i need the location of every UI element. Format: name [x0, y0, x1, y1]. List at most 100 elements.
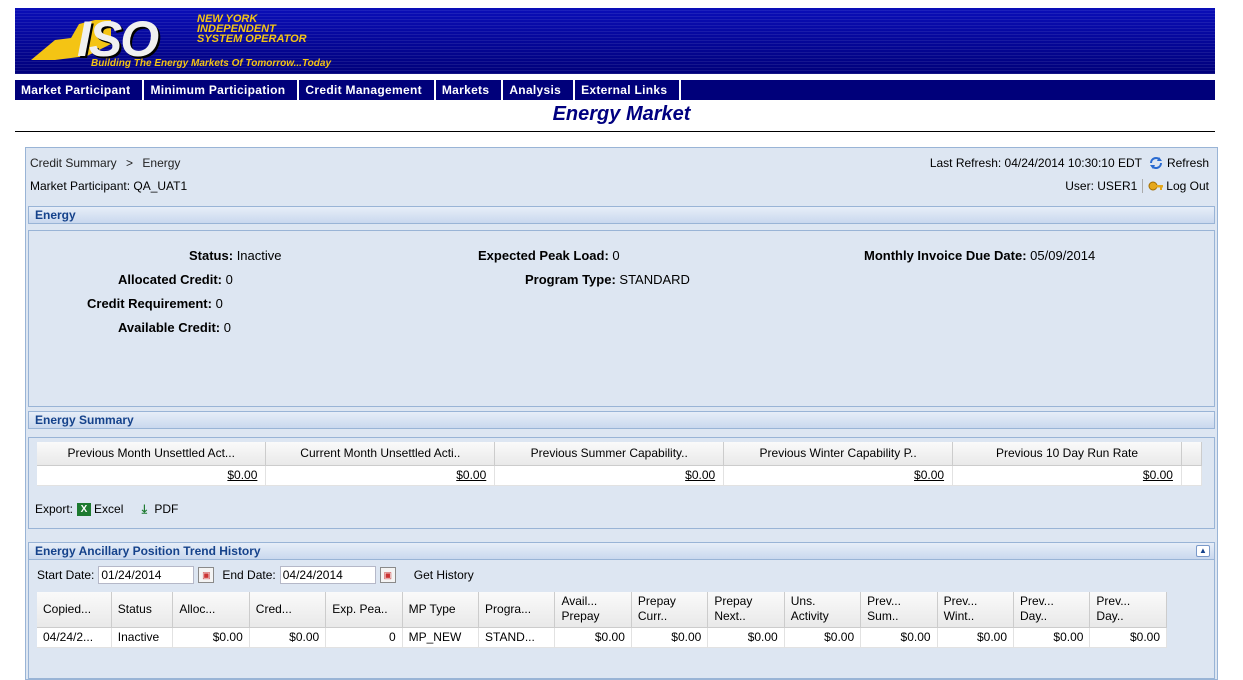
status-field: Status: Inactive — [189, 248, 282, 263]
summary-value-link[interactable]: $0.00 — [265, 465, 496, 486]
table-row[interactable]: 04/24/2... Inactive $0.00 $0.00 0 MP_NEW… — [37, 627, 1167, 648]
refresh-icon — [1149, 157, 1162, 169]
history-col-header[interactable]: Copied... — [37, 592, 112, 628]
history-cell: 0 — [325, 627, 403, 648]
table-row: $0.00 $0.00 $0.00 $0.00 $0.00 — [37, 465, 1203, 486]
history-col-header[interactable]: Prev... Day.. — [1013, 592, 1091, 628]
history-panel-title: Energy Ancillary Position Trend History — [35, 544, 261, 558]
main-frame: Credit Summary > Energy Market Participa… — [25, 147, 1218, 680]
history-col-header[interactable]: Cred... — [249, 592, 327, 628]
energy-summary-panel: Previous Month Unsettled Act... Current … — [28, 437, 1215, 529]
history-col-header[interactable]: Prepay Curr.. — [631, 592, 709, 628]
energy-summary-table: Previous Month Unsettled Act... Current … — [37, 442, 1203, 486]
nav-external-links[interactable]: External Links — [575, 80, 682, 100]
energy-panel-header: Energy — [28, 206, 1215, 224]
history-cell: Inactive — [111, 627, 174, 648]
get-history-button[interactable]: Get History — [414, 568, 474, 582]
energy-summary-header: Energy Summary — [28, 411, 1215, 429]
title-divider — [15, 131, 1215, 132]
page-title: Energy Market — [552, 103, 691, 125]
user-name: User: USER1 — [1065, 179, 1138, 193]
breadcrumb: Credit Summary > Energy — [30, 156, 180, 170]
logout-button[interactable]: Log Out — [1148, 179, 1209, 193]
user-info: User: USER1 Log Out — [1065, 179, 1209, 193]
history-cell: $0.00 — [1013, 627, 1091, 648]
history-col-header[interactable]: Prepay Next.. — [707, 592, 785, 628]
start-date-input[interactable] — [98, 566, 195, 584]
history-toolbar: Start Date: ▣ End Date: ▣ Get History — [37, 566, 474, 584]
available-credit-field: Available Credit: 0 — [118, 320, 231, 335]
summary-col-header[interactable]: Previous Month Unsettled Act... — [37, 442, 267, 466]
history-cell: STAND... — [478, 627, 556, 648]
energy-panel: Status: Inactive Allocated Credit: 0 Cre… — [28, 230, 1215, 407]
credit-requirement-label: Credit Requirement: — [87, 296, 212, 311]
credit-requirement-value: 0 — [215, 296, 223, 311]
history-col-header[interactable]: Prev... Wint.. — [937, 592, 1015, 628]
nav-markets[interactable]: Markets — [436, 80, 504, 100]
key-icon — [1148, 181, 1164, 191]
history-cell: $0.00 — [937, 627, 1015, 648]
history-cell: $0.00 — [249, 627, 327, 648]
summary-value-link[interactable]: $0.00 — [37, 465, 267, 486]
tagline: Building The Energy Markets Of Tomorrow.… — [91, 58, 332, 69]
history-col-header[interactable]: Avail... Prepay — [554, 592, 632, 628]
history-col-header[interactable]: Status — [111, 592, 174, 628]
excel-label: Excel — [94, 502, 124, 516]
export-bar: Export: X Excel ⤓ PDF — [35, 502, 188, 516]
excel-icon: X — [77, 502, 92, 516]
nav-analysis[interactable]: Analysis — [503, 80, 576, 100]
expected-peak-load-label: Expected Peak Load: — [478, 248, 609, 263]
history-cell: $0.00 — [631, 627, 709, 648]
breadcrumb-current: Energy — [142, 156, 181, 170]
history-cell: MP_NEW — [402, 627, 480, 648]
org-name: NEW YORK INDEPENDENT SYSTEM OPERATOR — [197, 13, 307, 45]
export-pdf-button[interactable]: ⤓ PDF — [137, 502, 179, 516]
refresh-button[interactable]: Refresh — [1148, 156, 1209, 170]
history-col-header[interactable]: Prev... Sum.. — [860, 592, 938, 628]
nav-minimum-participation[interactable]: Minimum Participation — [144, 80, 300, 100]
summary-col-header[interactable]: Previous 10 Day Run Rate — [952, 442, 1182, 466]
summary-value-link[interactable]: $0.00 — [494, 465, 725, 486]
history-cell: $0.00 — [1089, 627, 1167, 648]
nyiso-logo[interactable]: ISO NEW YORK INDEPENDENT SYSTEM OPERATOR… — [27, 10, 447, 72]
collapse-icon[interactable]: ▲ — [1196, 545, 1210, 557]
history-col-header[interactable]: MP Type — [402, 592, 480, 628]
end-date-input[interactable] — [279, 566, 376, 584]
breadcrumb-separator: > — [126, 156, 134, 170]
export-excel-button[interactable]: X Excel — [77, 502, 123, 516]
history-cell: $0.00 — [172, 627, 250, 648]
program-type-label: Program Type: — [525, 272, 616, 287]
history-col-header[interactable]: Uns. Activity — [784, 592, 862, 628]
history-cell: $0.00 — [860, 627, 938, 648]
summary-col-header[interactable]: Previous Summer Capability.. — [494, 442, 725, 466]
history-col-header[interactable]: Exp. Pea.. — [325, 592, 403, 628]
summary-col-header[interactable]: Previous Winter Capability P.. — [723, 442, 954, 466]
user-separator — [1142, 179, 1144, 193]
history-header-row: Copied... Status Alloc... Cred... Exp. P… — [37, 592, 1167, 628]
calendar-icon[interactable]: ▣ — [379, 567, 396, 583]
history-col-header[interactable]: Progra... — [478, 592, 556, 628]
summary-col-header[interactable]: Current Month Unsettled Acti.. — [265, 442, 496, 466]
summary-header-row: Previous Month Unsettled Act... Current … — [37, 442, 1203, 466]
refresh-info: Last Refresh: 04/24/2014 10:30:10 EDT Re… — [930, 156, 1209, 170]
summary-value-link[interactable]: $0.00 — [952, 465, 1182, 486]
calendar-icon[interactable]: ▣ — [198, 567, 215, 583]
history-col-header[interactable]: Alloc... — [172, 592, 250, 628]
nav-credit-management[interactable]: Credit Management — [299, 80, 436, 100]
refresh-label: Refresh — [1166, 156, 1209, 170]
history-col-header[interactable]: Prev... Day.. — [1089, 592, 1167, 628]
nav-market-participant[interactable]: Market Participant — [15, 80, 145, 100]
allocated-credit-value: 0 — [225, 272, 233, 287]
allocated-credit-field: Allocated Credit: 0 — [118, 272, 233, 287]
history-cell: $0.00 — [784, 627, 862, 648]
history-table: Copied... Status Alloc... Cred... Exp. P… — [37, 592, 1167, 648]
expected-peak-load-field: Expected Peak Load: 0 — [478, 248, 620, 263]
logout-label: Log Out — [1166, 179, 1209, 193]
invoice-due-date-label: Monthly Invoice Due Date: — [864, 248, 1027, 263]
breadcrumb-credit-summary[interactable]: Credit Summary — [30, 156, 117, 170]
invoice-due-date-field: Monthly Invoice Due Date: 05/09/2014 — [864, 248, 1095, 263]
available-credit-value: 0 — [223, 320, 231, 335]
status-value: Inactive — [236, 248, 282, 263]
summary-value-link[interactable]: $0.00 — [723, 465, 954, 486]
history-cell: 04/24/2... — [37, 627, 112, 648]
